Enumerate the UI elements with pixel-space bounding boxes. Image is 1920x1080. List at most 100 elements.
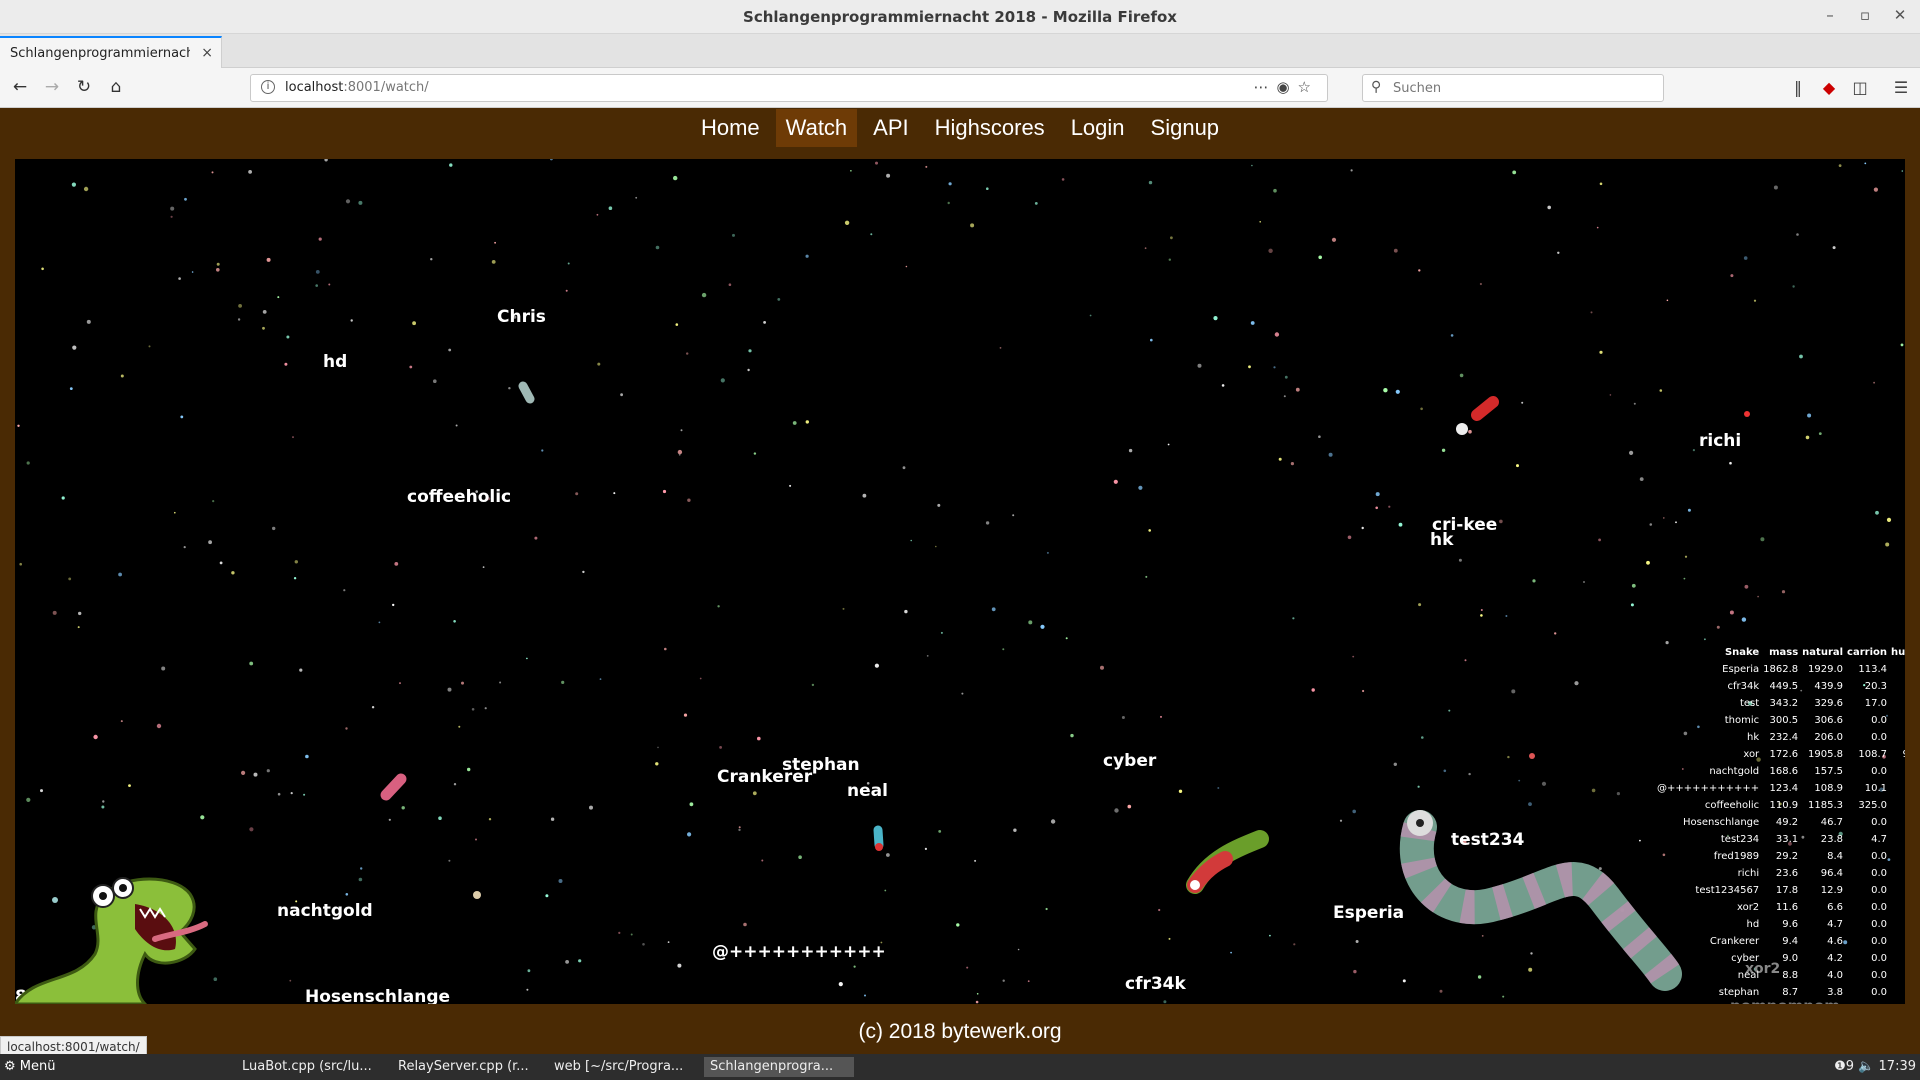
scoreboard-cell-natural: 329.6 bbox=[1814, 698, 1844, 709]
scoreboard-cell-snake: Crankerer bbox=[1709, 936, 1760, 947]
scoreboard-cell-mass: 9.0 bbox=[1782, 953, 1799, 964]
snake-label-hk: hk bbox=[1430, 530, 1454, 550]
nav-watch[interactable]: Watch bbox=[775, 109, 858, 147]
scoreboard-cell-mass: 168.6 bbox=[1769, 766, 1799, 777]
page-content: Home Watch API Highscores Login Signup C… bbox=[0, 109, 1920, 1054]
library-icon[interactable]: ‖ bbox=[1787, 78, 1809, 97]
scoreboard-cell-snake: cfr34k bbox=[1727, 681, 1760, 692]
scoreboard-cell-natural: 4.7 bbox=[1827, 919, 1844, 930]
start-menu-button[interactable]: ⚙ Menü bbox=[4, 1059, 56, 1074]
scoreboard-row: cfr34k 449.5 439.9 20.30.0 bbox=[1655, 678, 1905, 695]
task-web-terminal[interactable]: web [~/src/Progra... bbox=[548, 1057, 698, 1077]
scoreboard-cell-carrion: 0.0 bbox=[1871, 953, 1888, 964]
search-input[interactable] bbox=[1393, 79, 1653, 97]
scoreboard-cell-natural: 1905.8 bbox=[1808, 749, 1844, 760]
search-icon: ⚲ bbox=[1371, 79, 1382, 95]
scoreboard-row: test 343.2 329.6 17.04.9 bbox=[1655, 695, 1905, 712]
maximize-button[interactable]: ▫ bbox=[1853, 6, 1877, 24]
volume-icon[interactable]: 🔈 bbox=[1858, 1059, 1874, 1074]
notification-count: 9 bbox=[1845, 1059, 1855, 1074]
scoreboard-row: richi 23.6 96.4 0.00.0 bbox=[1655, 865, 1905, 882]
nav-signup[interactable]: Signup bbox=[1141, 109, 1230, 147]
footer-copyright: (c) 2018 bytewerk.org bbox=[858, 1020, 1062, 1043]
url-path: :8001/watch/ bbox=[343, 80, 429, 95]
scoreboard-cell-hunted: 0.0 bbox=[1889, 831, 1905, 848]
scoreboard-cell-hunted: 0.0 bbox=[1889, 899, 1905, 916]
notification-icon[interactable]: ❶ bbox=[1834, 1059, 1846, 1074]
scoreboard-cell-mass: 232.4 bbox=[1769, 732, 1799, 743]
page-actions-menu-icon[interactable]: ⋯ bbox=[1253, 78, 1276, 96]
minimize-button[interactable]: – bbox=[1818, 6, 1842, 24]
snake-cri-kee-body bbox=[1471, 396, 1499, 421]
forward-icon[interactable]: → bbox=[40, 77, 64, 99]
scoreboard-cell-hunted: 0.0 bbox=[1889, 678, 1905, 695]
scoreboard-cell-carrion: 0.0 bbox=[1871, 715, 1888, 726]
scoreboard-cell-carrion: 0.0 bbox=[1871, 851, 1888, 862]
scoreboard-cell-hunted: 0.0 bbox=[1889, 814, 1905, 831]
scoreboard-cell-carrion: 17.0 bbox=[1864, 698, 1888, 709]
scoreboard-cell-hunted: 0.0 bbox=[1889, 780, 1905, 797]
scoreboard: Snake mass natural carrion hunted Esperi… bbox=[1655, 644, 1905, 1001]
nav-api[interactable]: API bbox=[863, 109, 918, 147]
snake-plus-head bbox=[875, 843, 883, 851]
snake-esperia-pupil bbox=[1416, 819, 1424, 827]
scoreboard-row: coffeeholic 110.9 1185.3 325.016.6 bbox=[1655, 797, 1905, 814]
ublock-icon[interactable]: ◆ bbox=[1818, 78, 1840, 97]
scoreboard-cell-carrion: 0.0 bbox=[1871, 885, 1888, 896]
scoreboard-cell-natural: 8.4 bbox=[1827, 851, 1844, 862]
scoreboard-row: hd 9.6 4.7 0.00.0 bbox=[1655, 916, 1905, 933]
scoreboard-cell-natural: 4.6 bbox=[1827, 936, 1844, 947]
menu-gear-icon: ⚙ bbox=[4, 1059, 16, 1074]
snake-plus-body bbox=[873, 825, 884, 850]
task-firefox[interactable]: Schlangenprogra... bbox=[704, 1057, 854, 1077]
back-icon[interactable]: ← bbox=[8, 77, 32, 99]
home-icon[interactable]: ⌂ bbox=[104, 77, 128, 99]
scoreboard-cell-mass: 1862.8 bbox=[1763, 664, 1799, 675]
scoreboard-cell-hunted: 3.7 bbox=[1889, 661, 1905, 678]
snake-label-esperia: Esperia bbox=[1333, 903, 1405, 923]
close-window-button[interactable]: ✕ bbox=[1888, 6, 1912, 24]
task-luabot[interactable]: LuaBot.cpp (src/lu... bbox=[236, 1057, 386, 1077]
scoreboard-cell-snake: xor bbox=[1743, 749, 1760, 760]
tab-close-icon[interactable]: × bbox=[201, 45, 213, 61]
snake-label-hosenschlange: Hosenschlange bbox=[305, 987, 451, 1004]
tab-schlangenprogrammiernacht[interactable]: Schlangenprogrammiernacht × bbox=[0, 36, 222, 68]
reload-icon[interactable]: ↻ bbox=[72, 77, 96, 99]
scoreboard-cell-hunted: 0.0 bbox=[1889, 984, 1905, 1001]
scoreboard-row: test234 33.1 23.8 4.70.0 bbox=[1655, 831, 1905, 848]
scoreboard-cell-mass: 172.6 bbox=[1769, 749, 1799, 760]
site-nav: Home Watch API Highscores Login Signup bbox=[0, 109, 1920, 147]
scoreboard-cell-carrion: 4.7 bbox=[1871, 834, 1888, 845]
bookmark-star-icon[interactable]: ☆ bbox=[1298, 78, 1319, 96]
snake-label-cfr34k: cfr34k bbox=[1125, 974, 1186, 994]
task-relayserver[interactable]: RelayServer.cpp (r... bbox=[392, 1057, 542, 1077]
clock: 17:39 bbox=[1878, 1059, 1916, 1074]
pocket-icon[interactable]: ◉ bbox=[1276, 78, 1297, 96]
scoreboard-cell-natural: 1185.3 bbox=[1808, 800, 1844, 811]
scoreboard-row: xor2 11.6 6.6 0.00.0 bbox=[1655, 899, 1905, 916]
hamburger-menu-icon[interactable]: ☰ bbox=[1890, 78, 1912, 97]
sidebar-icon[interactable]: ◫ bbox=[1849, 78, 1871, 97]
nav-home[interactable]: Home bbox=[691, 109, 770, 147]
scoreboard-row: thomic 300.5 306.6 0.00.0 bbox=[1655, 712, 1905, 729]
scoreboard-cell-carrion: 0.0 bbox=[1871, 868, 1888, 879]
scoreboard-cell-mass: 449.5 bbox=[1769, 681, 1799, 692]
search-bar[interactable]: ⚲ bbox=[1362, 74, 1664, 102]
scoreboard-cell-mass: 33.1 bbox=[1775, 834, 1799, 845]
scoreboard-cell-carrion: 0.0 bbox=[1871, 987, 1888, 998]
url-bar[interactable]: i localhost:8001/watch/ ⋯◉☆ bbox=[250, 74, 1328, 102]
scoreboard-row: cyber 9.0 4.2 0.00.0 bbox=[1655, 950, 1905, 967]
scoreboard-cell-mass: 343.2 bbox=[1769, 698, 1799, 709]
url-text[interactable]: localhost:8001/watch/ bbox=[285, 80, 429, 95]
scoreboard-cell-mass: 9.6 bbox=[1782, 919, 1799, 930]
scoreboard-cell-snake: stephan bbox=[1718, 987, 1760, 998]
scoreboard-cell-natural: 439.9 bbox=[1814, 681, 1844, 692]
header-snake: Snake bbox=[1724, 647, 1760, 658]
nav-login[interactable]: Login bbox=[1061, 109, 1135, 147]
scoreboard-cell-snake: test1234567 bbox=[1695, 885, 1760, 896]
scoreboard-row: Crankerer 9.4 4.6 0.00.0 bbox=[1655, 933, 1905, 950]
site-info-icon[interactable]: i bbox=[261, 80, 275, 94]
scoreboard-row: test1234567 17.8 12.9 0.00.0 bbox=[1655, 882, 1905, 899]
nav-highscores[interactable]: Highscores bbox=[925, 109, 1055, 147]
tab-label: Schlangenprogrammiernacht bbox=[10, 46, 190, 61]
